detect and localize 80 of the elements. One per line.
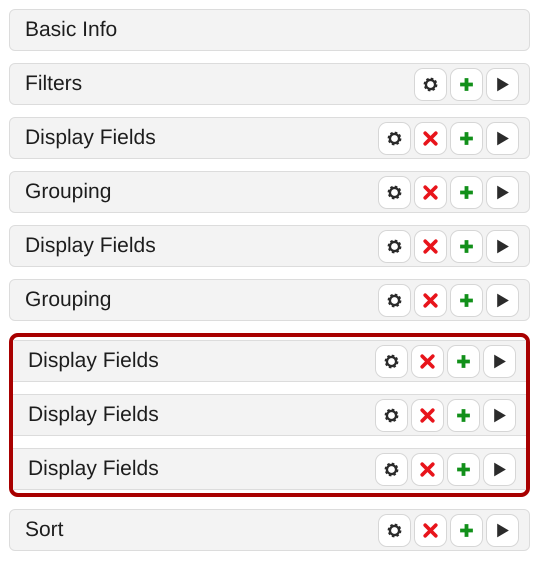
plus-icon xyxy=(458,130,475,146)
close-icon xyxy=(422,522,439,538)
close-icon xyxy=(422,292,439,308)
close-icon xyxy=(419,406,436,424)
expand-button[interactable] xyxy=(483,398,516,432)
plus-icon xyxy=(455,352,472,370)
settings-icon xyxy=(383,352,400,370)
expand-button[interactable] xyxy=(486,230,519,262)
play-icon xyxy=(491,352,508,370)
delete-button[interactable] xyxy=(414,176,447,208)
expand-button[interactable] xyxy=(486,284,519,316)
add-button[interactable] xyxy=(450,176,483,208)
delete-button[interactable] xyxy=(414,284,447,316)
plus-icon xyxy=(458,184,475,200)
expand-button[interactable] xyxy=(486,68,519,100)
expand-button[interactable] xyxy=(486,514,519,546)
play-icon xyxy=(494,184,511,200)
play-icon xyxy=(494,522,511,538)
section-label: Basic Info xyxy=(25,18,118,42)
add-button[interactable] xyxy=(450,68,483,100)
play-icon xyxy=(494,238,511,254)
plus-icon xyxy=(458,292,475,308)
play-icon xyxy=(491,406,508,424)
section-label: Display Fields xyxy=(28,349,159,373)
play-icon xyxy=(494,292,511,308)
expand-button[interactable] xyxy=(483,344,516,378)
settings-icon xyxy=(386,522,403,538)
close-icon xyxy=(419,460,436,478)
delete-button[interactable] xyxy=(414,514,447,546)
expand-button[interactable] xyxy=(486,176,519,208)
play-icon xyxy=(491,460,508,478)
plus-icon xyxy=(458,238,475,254)
delete-button[interactable] xyxy=(414,122,447,154)
delete-button[interactable] xyxy=(411,344,444,378)
add-button[interactable] xyxy=(450,122,483,154)
settings-icon xyxy=(422,76,439,92)
section-label: Filters xyxy=(25,72,82,96)
settings-button[interactable] xyxy=(378,122,411,154)
plus-icon xyxy=(455,406,472,424)
close-icon xyxy=(419,352,436,370)
plus-icon xyxy=(458,522,475,538)
settings-icon xyxy=(383,460,400,478)
close-icon xyxy=(422,130,439,146)
settings-icon xyxy=(386,238,403,254)
section-label: Display Fields xyxy=(28,403,159,427)
settings-button[interactable] xyxy=(378,514,411,546)
settings-icon xyxy=(386,130,403,146)
add-button[interactable] xyxy=(450,514,483,546)
settings-button[interactable] xyxy=(378,284,411,316)
settings-icon xyxy=(386,292,403,308)
section-label: Grouping xyxy=(25,288,112,312)
settings-button[interactable] xyxy=(378,176,411,208)
settings-button[interactable] xyxy=(375,344,408,378)
settings-button[interactable] xyxy=(378,230,411,262)
settings-button[interactable] xyxy=(375,452,408,486)
section-label: Display Fields xyxy=(25,126,156,150)
add-button[interactable] xyxy=(447,398,480,432)
section-label: Display Fields xyxy=(25,234,156,258)
section-label: Sort xyxy=(25,518,64,542)
close-icon xyxy=(422,238,439,254)
expand-button[interactable] xyxy=(486,122,519,154)
add-button[interactable] xyxy=(447,344,480,378)
settings-icon xyxy=(386,184,403,200)
plus-icon xyxy=(455,460,472,478)
delete-button[interactable] xyxy=(411,398,444,432)
plus-icon xyxy=(458,76,475,92)
play-icon xyxy=(494,76,511,92)
section-label: Grouping xyxy=(25,180,112,204)
delete-button[interactable] xyxy=(411,452,444,486)
section-label: Display Fields xyxy=(28,457,159,481)
settings-icon xyxy=(383,406,400,424)
close-icon xyxy=(422,184,439,200)
add-button[interactable] xyxy=(450,284,483,316)
settings-button[interactable] xyxy=(375,398,408,432)
play-icon xyxy=(494,130,511,146)
settings-button[interactable] xyxy=(414,68,447,100)
expand-button[interactable] xyxy=(483,452,516,486)
add-button[interactable] xyxy=(450,230,483,262)
delete-button[interactable] xyxy=(414,230,447,262)
add-button[interactable] xyxy=(447,452,480,486)
